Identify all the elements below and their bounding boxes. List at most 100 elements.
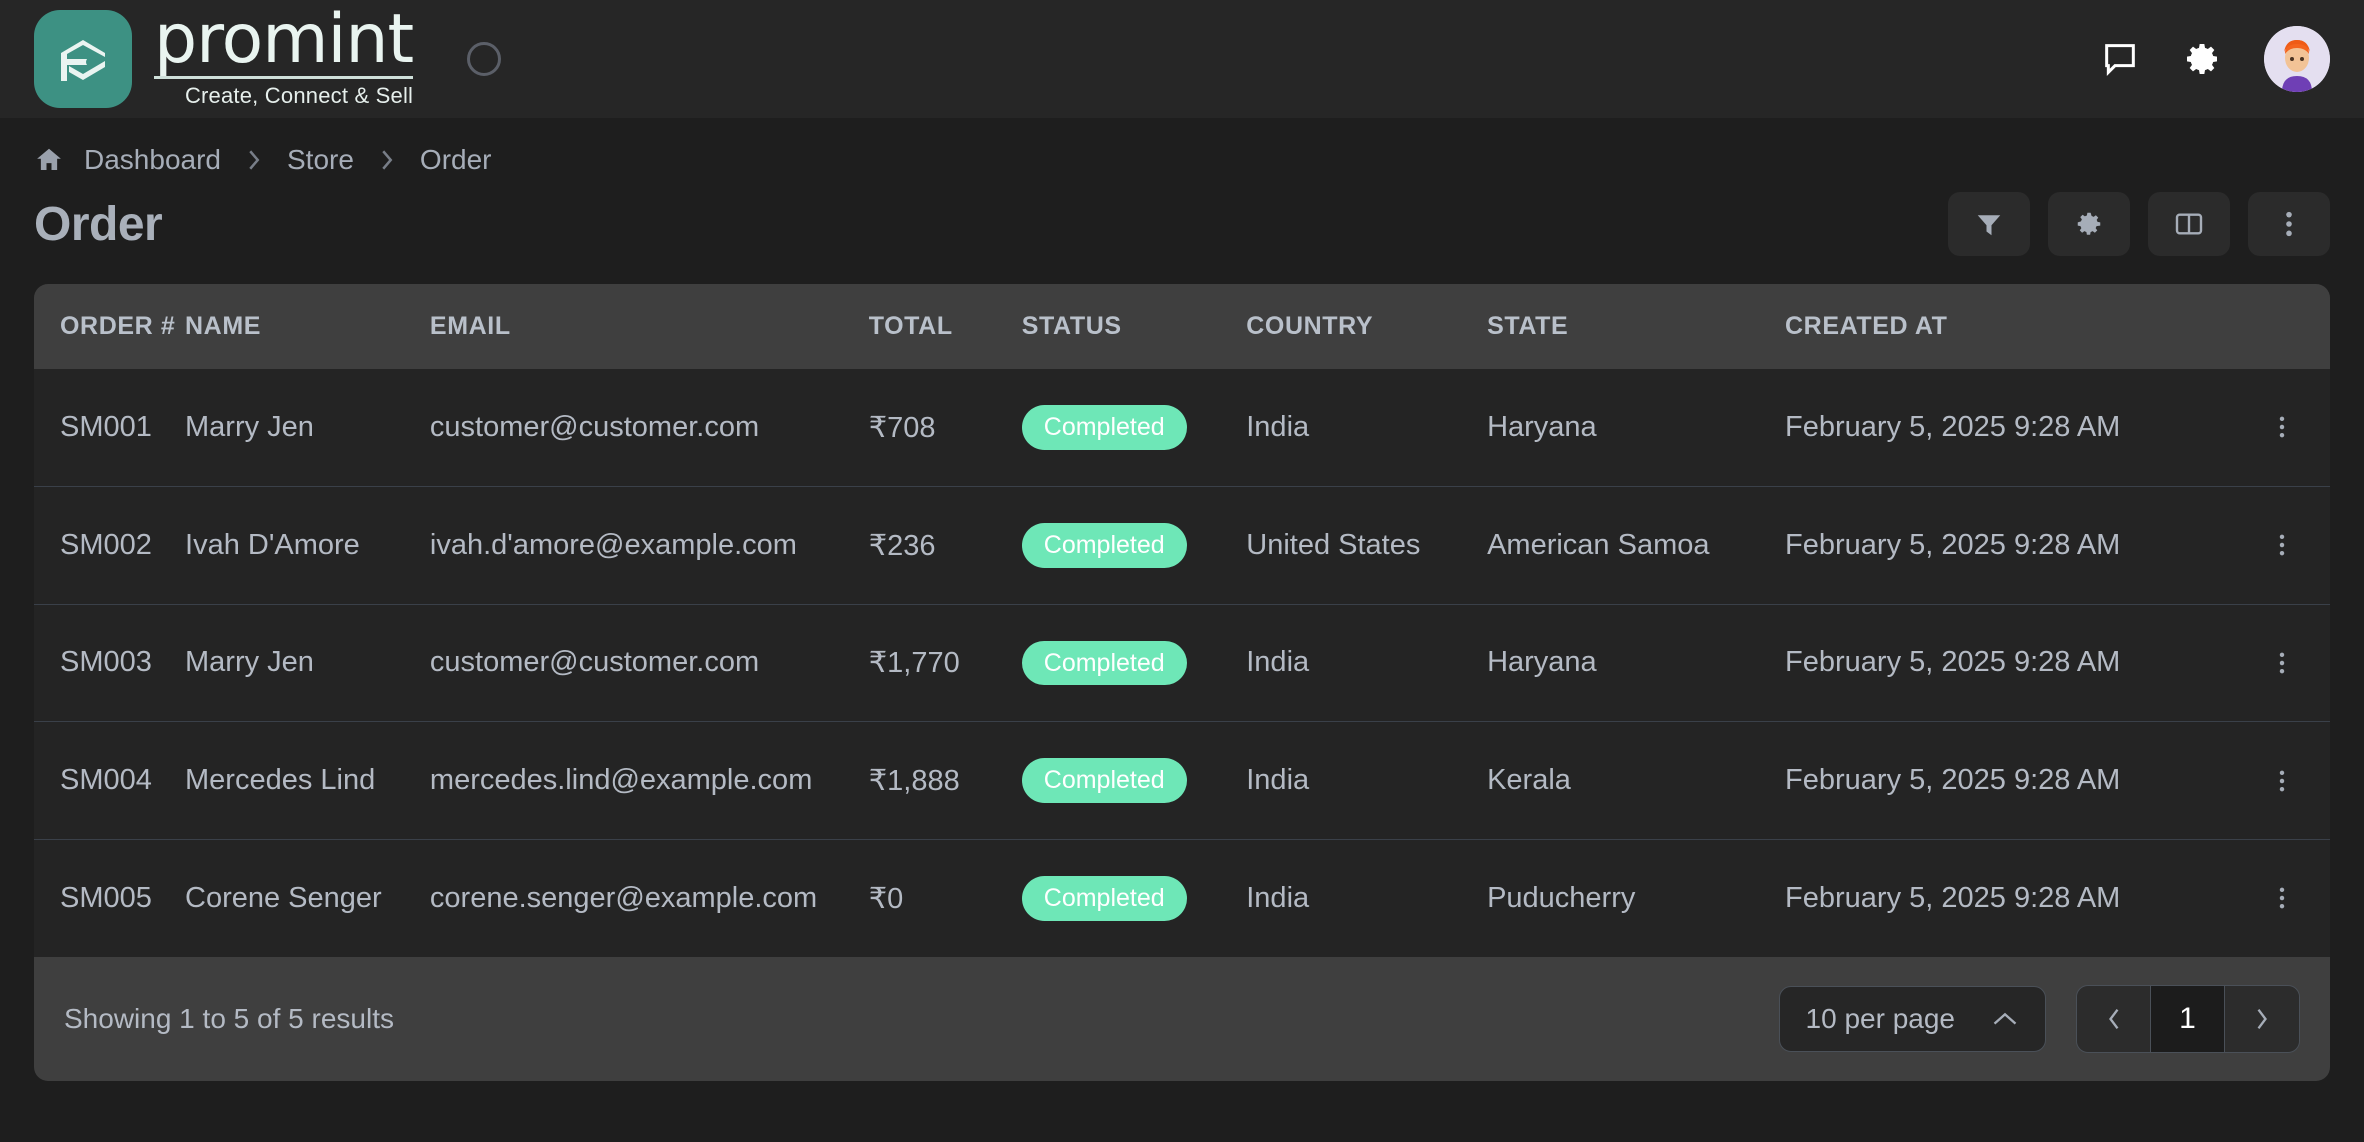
three-dots-vertical-icon[interactable] [2234,413,2330,441]
cell-name: Marry Jen [185,410,314,443]
cell-state: Puducherry [1487,881,1636,914]
cell-actions [2234,369,2330,486]
cell-order: SM004 [60,764,152,797]
table-row[interactable]: SM002 Ivah D'Amore ivah.d'amore@example.co… [34,486,2330,604]
settings-button[interactable] [2048,192,2130,256]
column-header-status[interactable]: STATUS [1022,284,1246,369]
three-dots-vertical-icon[interactable] [2234,649,2330,677]
cell-status: Completed [1021,369,1246,486]
page-title: Order [34,197,163,251]
loading-circle-icon [467,42,502,76]
three-dots-vertical-icon[interactable] [2234,884,2330,912]
cell-actions [2234,722,2330,840]
cell-email: mercedes.lind@example.com [429,764,813,797]
breadcrumb-item-dashboard[interactable]: Dashboard [84,144,221,176]
promint-monogram-icon [34,9,132,108]
top-bar-actions [2100,26,2330,92]
page-button-1[interactable]: 1 [2151,985,2225,1052]
cell-name: Ivah D'Amore [185,528,360,561]
column-header-state[interactable]: STATE [1487,284,1785,369]
per-page-label: 10 per page [1805,1002,1955,1034]
cell-actions [2234,840,2330,957]
column-header-total[interactable]: TOTAL [869,284,1022,369]
cell-actions [2234,486,2330,604]
cell-country: India [1246,764,1310,797]
brand-logo[interactable]: promint Create, Connect & Sell [34,0,414,109]
cell-country: India [1246,646,1310,679]
cell-state: Haryana [1487,410,1597,443]
cell-email: ivah.d'amore@example.com [429,528,797,561]
cell-total: ₹0 [868,882,904,915]
app-footer: Version 1.0.0 Designed with ❤ by ScriptM… [0,1081,2364,1142]
breadcrumb-item-order[interactable]: Order [420,144,492,176]
table-body: SM001 Marry Jen customer@customer.com ₹708 C… [34,369,2330,957]
chevron-up-icon [1991,1003,2019,1035]
status-badge: Completed [1021,405,1187,450]
column-header-email[interactable]: EMAIL [430,284,869,369]
cell-state: American Samoa [1487,528,1710,561]
breadcrumb-item-store[interactable]: Store [287,144,354,176]
table-row[interactable]: SM001 Marry Jen customer@customer.com ₹708 C… [34,369,2330,487]
cell-total: ₹708 [868,411,936,444]
cell-created-at: February 5, 2025 9:28 AM [1785,881,2121,914]
pager: 1 [2076,984,2300,1053]
column-header-created-at[interactable]: CREATED AT [1785,284,2234,369]
column-header-country[interactable]: COUNTRY [1246,284,1487,369]
breadcrumb-separator [376,145,398,175]
orders-table-card: ORDER # NAME EMAIL TOTAL STATUS COUNTRY … [34,284,2330,1081]
cell-status: Completed [1021,840,1246,957]
table-row[interactable]: SM004 Mercedes Lind mercedes.lind@example.… [34,721,2330,840]
cell-total: ₹1,770 [868,647,960,680]
three-dots-vertical-icon[interactable] [2234,531,2330,559]
cell-order: SM003 [60,646,152,679]
avatar[interactable] [2264,26,2330,92]
brand-name: promint [154,0,414,80]
cell-total: ₹236 [868,529,936,562]
cell-country: India [1246,881,1310,914]
breadcrumb-separator [243,145,265,175]
cell-order: SM002 [60,528,152,561]
table-row[interactable]: SM005 Corene Senger corene.senger@example.… [34,839,2330,957]
chat-bubble-icon[interactable] [2100,39,2140,79]
next-page-button[interactable] [2225,985,2299,1052]
cell-email: customer@customer.com [429,410,760,443]
cell-state: Haryana [1487,646,1597,679]
pagination-controls: 10 per page 1 [1778,984,2300,1053]
table-head: ORDER # NAME EMAIL TOTAL STATUS COUNTRY … [34,284,2330,369]
cell-actions [2234,604,2330,722]
cell-created-at: February 5, 2025 9:28 AM [1785,410,2121,443]
cell-status: Completed [1021,722,1246,840]
cell-state: Kerala [1487,764,1571,797]
columns-button[interactable] [2148,192,2230,256]
cell-country: India [1246,410,1310,443]
status-badge: Completed [1021,522,1187,568]
prev-page-button[interactable] [2077,985,2151,1052]
cell-order: SM005 [60,881,152,914]
page-header: Order [0,176,2364,256]
column-header-name[interactable]: NAME [185,284,430,369]
cell-status: Completed [1021,604,1246,722]
home-icon[interactable] [34,145,64,175]
per-page-select[interactable]: 10 per page [1778,985,2046,1052]
status-badge: Completed [1021,758,1187,803]
column-header-order[interactable]: ORDER # [34,284,185,369]
three-dots-vertical-icon[interactable] [2234,767,2330,795]
table-header-row: ORDER # NAME EMAIL TOTAL STATUS COUNTRY … [34,284,2330,369]
table-row[interactable]: SM003 Marry Jen customer@customer.com ₹1,77… [34,604,2330,722]
cell-total: ₹1,888 [868,765,960,798]
brand-underline [154,75,414,79]
cell-email: corene.senger@example.com [429,881,818,914]
orders-table: ORDER # NAME EMAIL TOTAL STATUS COUNTRY … [34,284,2330,957]
cell-created-at: February 5, 2025 9:28 AM [1785,764,2121,797]
status-badge: Completed [1021,876,1187,921]
cell-name: Marry Jen [185,646,314,679]
more-options-button[interactable] [2248,192,2330,256]
toolbar [1948,192,2330,256]
cell-created-at: February 5, 2025 9:28 AM [1785,528,2121,561]
cell-status: Completed [1021,486,1246,604]
gear-icon[interactable] [2182,39,2222,79]
results-summary: Showing 1 to 5 of 5 results [64,1002,394,1034]
breadcrumb: Dashboard Store Order [0,118,2364,176]
column-header-actions [2234,284,2330,369]
filter-button[interactable] [1948,192,2030,256]
